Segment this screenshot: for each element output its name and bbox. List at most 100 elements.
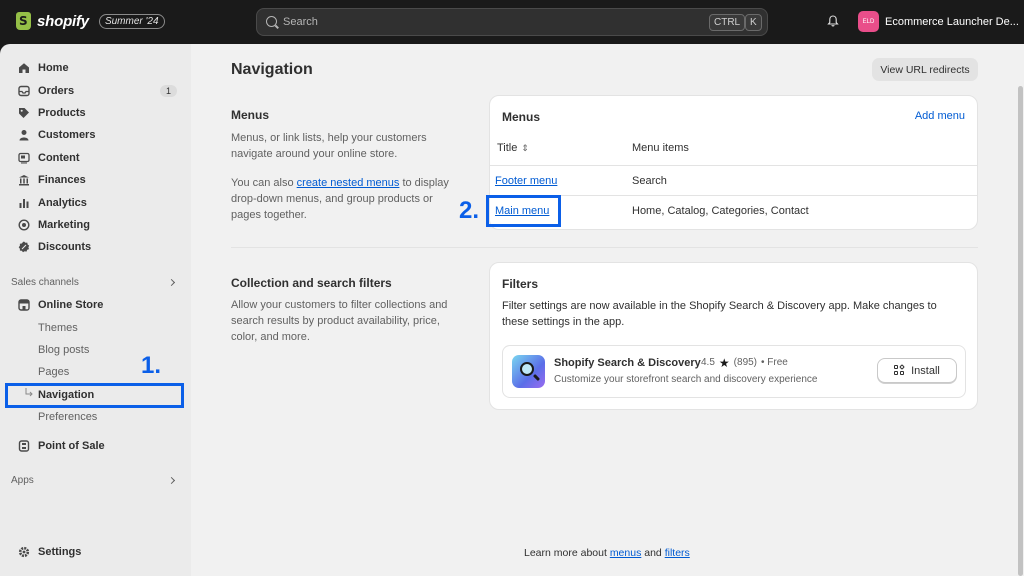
sales-channels-header[interactable]: Sales channels (11, 277, 179, 288)
col-menu-items-header: Menu items (632, 142, 689, 154)
apps-header[interactable]: Apps (11, 475, 179, 486)
chevron-right-icon (167, 278, 176, 287)
chart-icon (19, 199, 29, 208)
chevron-right-icon (167, 476, 176, 485)
app-description: Customize your storefront search and dis… (554, 374, 818, 385)
brand-name: shopify (37, 12, 89, 30)
target-icon (18, 219, 30, 231)
menus-card: Menus Add menu Title ⇕ Menu items Footer … (489, 95, 978, 230)
gear-icon (18, 546, 30, 558)
row-divider (490, 165, 977, 166)
sidebar-item-label: Content (38, 152, 80, 164)
sidebar-item-settings[interactable]: Settings (10, 541, 181, 563)
scroll-thumb[interactable] (1018, 86, 1023, 576)
search-input[interactable] (283, 13, 663, 31)
sidebar-item-orders[interactable]: Orders 1 (10, 80, 181, 102)
apps-grid-icon (894, 364, 905, 376)
install-button[interactable]: Install (877, 358, 957, 383)
menus-section-title: Menus (231, 108, 270, 122)
filters-section-title: Collection and search filters (231, 276, 392, 290)
shopify-logo[interactable]: shopify Summer '24 (16, 12, 165, 30)
sidebar-item-label: Products (38, 107, 86, 119)
star-icon: ★ (718, 355, 730, 370)
sidebar-sub-pages[interactable]: Pages (38, 363, 69, 381)
create-nested-menus-link[interactable]: create nested menus (297, 177, 400, 189)
col-title-header[interactable]: Title ⇕ (497, 142, 529, 154)
filters-card-title: Filters (502, 277, 539, 291)
sidebar-item-home[interactable]: Home (10, 57, 181, 79)
sidebar-item-label: Point of Sale (38, 440, 105, 452)
sidebar-sub-preferences[interactable]: Preferences (38, 408, 97, 426)
filters-help-link[interactable]: filters (665, 547, 690, 559)
shortcut-k-key: K (745, 14, 762, 31)
step-1-highlight-box (5, 383, 184, 408)
main-content: Navigation View URL redirects Menus Menu… (191, 44, 1017, 576)
footer-menu-items: Search (632, 175, 667, 187)
filters-card: Filters Filter settings are now availabl… (489, 262, 978, 410)
sidebar-item-label: Discounts (38, 241, 92, 253)
app-price: • Free (761, 357, 788, 368)
app-name: Shopify Search & Discovery (554, 357, 701, 369)
main-menu-items: Home, Catalog, Categories, Contact (632, 205, 809, 217)
sidebar-item-products[interactable]: Products (10, 102, 181, 124)
sidebar-item-content[interactable]: Content (10, 147, 181, 169)
filters-section-desc: Allow your customers to filter collectio… (231, 299, 448, 343)
install-label: Install (911, 364, 940, 377)
sidebar-sub-blog-posts[interactable]: Blog posts (38, 341, 89, 359)
store-name: Ecommerce Launcher De... (885, 15, 1019, 28)
menus-section-desc: Menus, or link lists, help your customer… (231, 132, 427, 160)
store-menu[interactable]: ELD Ecommerce Launcher De... (858, 11, 1019, 32)
edition-badge: Summer '24 (98, 13, 165, 29)
sidebar-item-marketing[interactable]: Marketing (10, 214, 181, 236)
app-listing: Shopify Search & Discovery 4.5 ★ (895) •… (502, 345, 966, 398)
learn-more-footer: Learn more about menus and filters (524, 547, 690, 559)
sidebar-item-label: Online Store (38, 299, 104, 311)
sidebar-item-label: Marketing (38, 219, 90, 231)
sidebar-item-finances[interactable]: Finances (10, 169, 181, 191)
sidebar: Home Orders 1 Products Customers Content… (0, 44, 191, 576)
home-icon (19, 63, 29, 73)
sidebar-item-label: Home (38, 62, 69, 74)
section-divider (231, 247, 978, 248)
app-rating: 4.5 ★ (895) • Free (701, 355, 788, 370)
filters-card-desc: Filter settings are now available in the… (502, 300, 937, 328)
search-bar[interactable]: CTRL K (256, 8, 768, 36)
step-2-highlight-box (486, 195, 561, 227)
tag-icon (19, 108, 29, 118)
content-icon (18, 152, 30, 164)
sidebar-sub-themes[interactable]: Themes (38, 319, 78, 337)
sidebar-item-label: Finances (38, 174, 86, 186)
footer-menu-link[interactable]: Footer menu (495, 175, 557, 187)
step-1-marker: 1. (141, 352, 162, 379)
pos-icon (18, 440, 30, 452)
step-2-marker: 2. (459, 197, 480, 224)
sidebar-item-label: Customers (38, 129, 96, 141)
add-menu-button[interactable]: Add menu (915, 110, 965, 122)
sales-channels-label: Sales channels (11, 277, 79, 288)
top-bar: shopify Summer '24 CTRL K ELD Ecommerce … (0, 0, 1024, 44)
sidebar-item-point-of-sale[interactable]: Point of Sale (10, 435, 181, 457)
sidebar-item-online-store[interactable]: Online Store (10, 294, 181, 316)
orders-count-badge: 1 (159, 85, 177, 97)
store-avatar: ELD (858, 11, 879, 32)
nested-desc-pre: You can also (231, 177, 297, 189)
footer-mid: and (641, 547, 665, 559)
discount-icon (18, 241, 30, 253)
sidebar-item-label: Orders (38, 85, 75, 97)
person-icon (19, 130, 29, 141)
scrollbar[interactable] (1017, 44, 1024, 576)
apps-label: Apps (11, 475, 34, 486)
app-review-count: (895) (733, 357, 758, 368)
bell-icon[interactable] (827, 15, 839, 27)
bank-icon (19, 175, 29, 186)
sidebar-item-label: Settings (38, 546, 82, 558)
sidebar-item-discounts[interactable]: Discounts (10, 236, 181, 258)
search-discovery-app-icon (512, 355, 545, 388)
sidebar-item-analytics[interactable]: Analytics (10, 192, 181, 214)
page-title: Navigation (231, 61, 313, 78)
menus-section-desc-nested: You can also create nested menus to disp… (231, 175, 461, 223)
shopify-bag-icon (16, 12, 31, 30)
view-url-redirects-button[interactable]: View URL redirects (872, 58, 978, 81)
sidebar-item-customers[interactable]: Customers (10, 124, 181, 146)
menus-help-link[interactable]: menus (610, 547, 642, 559)
